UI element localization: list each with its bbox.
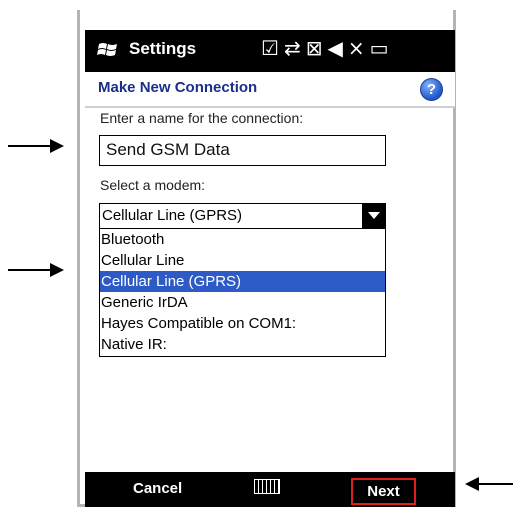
- modem-dropdown-list: Bluetooth Cellular Line Cellular Line (G…: [99, 228, 386, 357]
- volume-mute-icon: ◀×: [327, 36, 370, 60]
- name-label: Enter a name for the connection:: [100, 110, 304, 126]
- arrow-pointer-name-field: [8, 139, 64, 153]
- chevron-down-icon[interactable]: [362, 203, 386, 228]
- list-item[interactable]: Bluetooth: [100, 229, 385, 250]
- arrow-pointer-next-button: [465, 477, 513, 491]
- list-item[interactable]: Generic IrDA: [100, 292, 385, 313]
- page-title: Make New Connection: [98, 79, 258, 96]
- list-item-selected[interactable]: Cellular Line (GPRS): [100, 271, 385, 292]
- checkbox-icon: ☑: [261, 36, 284, 60]
- status-bar: Settings ☑⇄⊠◀×▭: [85, 30, 455, 72]
- page-header: Make New Connection ?: [85, 72, 455, 108]
- connection-name-input[interactable]: Send GSM Data: [99, 135, 386, 166]
- windows-logo-icon[interactable]: [97, 40, 121, 60]
- device-screen: Settings ☑⇄⊠◀×▭ Make New Connection ? En…: [77, 10, 456, 507]
- help-icon[interactable]: ?: [420, 78, 443, 101]
- bottom-menu-bar: Cancel Next: [85, 472, 455, 507]
- modem-select-value: Cellular Line (GPRS): [102, 207, 243, 224]
- status-title: Settings: [129, 39, 197, 58]
- connection-off-icon: ⊠: [305, 36, 328, 60]
- status-icons: ☑⇄⊠◀×▭: [261, 36, 394, 60]
- modem-label: Select a modem:: [100, 177, 206, 193]
- list-item[interactable]: Hayes Compatible on COM1:: [100, 313, 385, 334]
- arrow-pointer-modem-selection: [8, 263, 64, 277]
- battery-icon: ▭: [369, 36, 394, 60]
- cancel-button[interactable]: Cancel: [133, 480, 182, 497]
- list-item[interactable]: Native IR:: [100, 334, 385, 355]
- next-button[interactable]: Next: [351, 478, 416, 505]
- list-item[interactable]: Cellular Line: [100, 250, 385, 271]
- modem-select[interactable]: Cellular Line (GPRS): [99, 203, 386, 229]
- data-transfer-icon: ⇄: [283, 36, 306, 60]
- keyboard-icon[interactable]: [254, 479, 280, 494]
